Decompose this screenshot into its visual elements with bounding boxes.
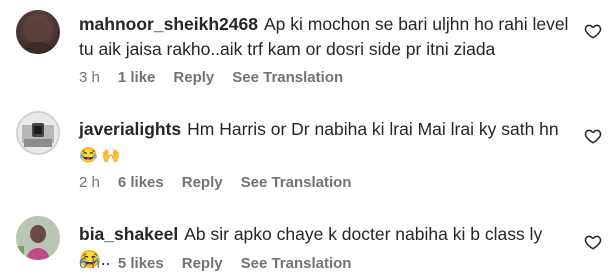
comment-text: mahnoor_sheikh2468 Ap ki mochon se bari u…: [79, 12, 569, 62]
reply-button[interactable]: Reply: [182, 255, 223, 272]
see-translation-button[interactable]: See Translation: [241, 174, 352, 191]
see-translation-button[interactable]: See Translation: [241, 255, 352, 272]
comment-meta: 3 h 1 like Reply See Translation: [79, 69, 361, 86]
like-count[interactable]: 6 likes: [118, 174, 164, 191]
comment-meta: 6 h 5 likes Reply See Translation: [79, 255, 369, 272]
avatar-image: [20, 17, 56, 54]
comment-username[interactable]: bia_shakeel: [79, 224, 178, 244]
heart-icon[interactable]: [584, 22, 602, 40]
avatar[interactable]: [16, 216, 60, 260]
comment-time: 6 h: [79, 255, 100, 272]
reply-button[interactable]: Reply: [182, 174, 223, 191]
heart-icon[interactable]: [584, 233, 602, 251]
comment-text: javerialights Hm Harris or Dr nabiha ki l…: [79, 117, 569, 168]
avatar[interactable]: [16, 111, 60, 155]
like-count[interactable]: 5 likes: [118, 255, 164, 272]
heart-icon[interactable]: [584, 127, 602, 145]
see-translation-button[interactable]: See Translation: [232, 69, 343, 86]
avatar[interactable]: [16, 10, 60, 54]
avatar-image: [16, 216, 60, 260]
comment-emojis: 😂 🙌: [79, 147, 121, 164]
comment-time: 3 h: [79, 69, 100, 86]
avatar-image: [18, 113, 58, 153]
like-count[interactable]: 1 like: [118, 69, 156, 86]
comment-body: Hm Harris or Dr nabiha ki lrai Mai lrai …: [187, 119, 559, 139]
reply-button[interactable]: Reply: [173, 69, 214, 86]
comment-meta: 2 h 6 likes Reply See Translation: [79, 174, 369, 191]
comment-username[interactable]: javerialights: [79, 119, 181, 139]
comment-time: 2 h: [79, 174, 100, 191]
comment-username[interactable]: mahnoor_sheikh2468: [79, 14, 258, 34]
